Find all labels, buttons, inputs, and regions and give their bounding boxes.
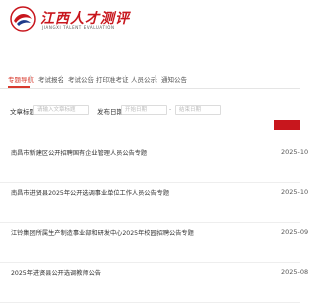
article-date: 2025-10 <box>281 188 309 196</box>
search-button[interactable] <box>274 120 300 130</box>
site-header: 江西人才测评 JIANGXI TALENT EVALUATION <box>0 0 300 38</box>
eagle-emblem-icon[interactable] <box>10 6 36 32</box>
article-title[interactable]: 2025年进贤县公开选调教师公告 <box>11 268 101 277</box>
article-title[interactable]: 南昌市新建区公开招聘国有企业管理人员公告专题 <box>11 148 147 157</box>
tab-divider <box>30 75 31 82</box>
active-tab-indicator <box>8 86 30 88</box>
title-search-input[interactable] <box>33 105 89 115</box>
tab-divider <box>125 75 126 82</box>
tab-divider <box>90 75 91 82</box>
end-date-input[interactable] <box>175 105 221 115</box>
article-title[interactable]: 江铃集团所属生产制造事业部和研发中心2025年校园招聘公告专题 <box>11 228 194 237</box>
list-item[interactable]: 南昌市新建区公开招聘国有企业管理人员公告专题 2025-10 <box>0 142 308 183</box>
article-date: 2025-10 <box>281 148 309 156</box>
tab-personnel-publicity[interactable]: 人员公示 <box>131 74 157 84</box>
search-filter-bar: 文章标题 发布日期 - <box>0 96 300 130</box>
start-date-input[interactable] <box>121 105 167 115</box>
article-title[interactable]: 南昌市进贤县2025年公开选调事业单位工作人员公告专题 <box>11 188 169 197</box>
tab-notices[interactable]: 通知公告 <box>161 74 187 84</box>
tab-print-admission-ticket[interactable]: 打印准考证 <box>96 74 129 84</box>
list-item[interactable]: 2025年进贤县公开选调教师公告 2025-08 <box>0 262 308 303</box>
date-filter-label: 发布日期 <box>97 108 123 116</box>
list-item[interactable]: 南昌市进贤县2025年公开选调事业单位工作人员公告专题 2025-10 <box>0 182 308 223</box>
tab-divider <box>61 75 62 82</box>
brand-subtitle: JIANGXI TALENT EVALUATION <box>42 25 115 30</box>
nav-tabs: 专题导航 考试报名 考试公告 打印准考证 人员公示 通知公告 <box>0 70 300 89</box>
tab-divider <box>155 75 156 82</box>
list-item[interactable]: 江铃集团所属生产制造事业部和研发中心2025年校园招聘公告专题 2025-09 <box>0 222 308 263</box>
article-date: 2025-08 <box>281 268 309 276</box>
article-date: 2025-09 <box>281 228 309 236</box>
date-range-separator: - <box>169 106 172 113</box>
